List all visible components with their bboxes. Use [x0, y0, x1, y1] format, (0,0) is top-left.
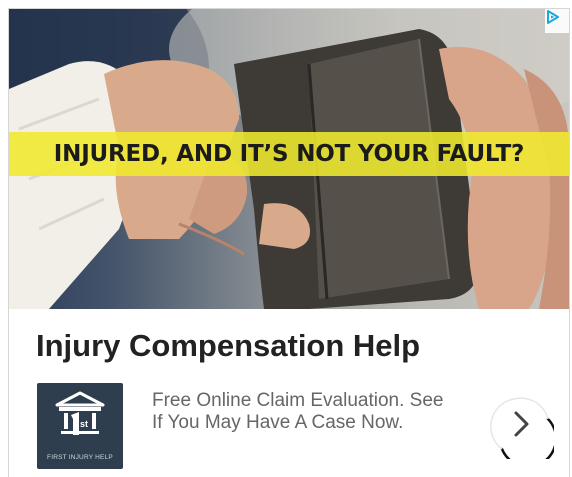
frame-border: [569, 8, 570, 477]
logo-caption: FIRST INJURY HELP: [47, 454, 113, 461]
cta-button[interactable]: [488, 393, 558, 468]
advertiser-logo[interactable]: st FIRST INJURY HELP: [37, 383, 123, 469]
building-icon: st: [55, 391, 105, 435]
hero-headline: INJURED, AND IT’S NOT YOUR FAULT?: [53, 141, 525, 167]
svg-text:st: st: [80, 419, 88, 429]
chevron-right-icon: [490, 397, 558, 468]
adchoices-icon[interactable]: [545, 9, 569, 33]
ad-unit[interactable]: INJURED, AND IT’S NOT YOUR FAULT? Injury…: [0, 0, 572, 477]
hero-image[interactable]: INJURED, AND IT’S NOT YOUR FAULT?: [9, 9, 569, 309]
ad-description[interactable]: Free Online Claim Evaluation. See If You…: [152, 390, 452, 434]
ad-title[interactable]: Injury Compensation Help: [36, 328, 420, 364]
